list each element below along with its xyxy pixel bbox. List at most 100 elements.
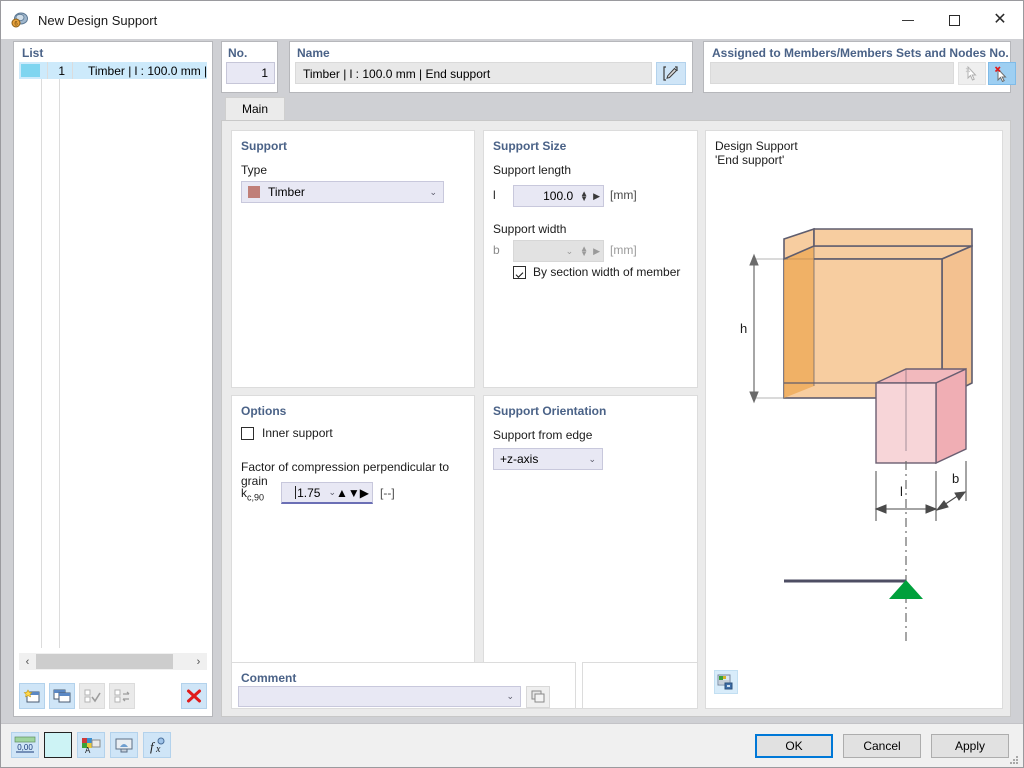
tab-main[interactable]: Main bbox=[225, 97, 285, 120]
scrollbar-thumb[interactable] bbox=[36, 654, 173, 669]
comment-input[interactable]: ⌄ bbox=[238, 686, 521, 707]
comment-side-panel bbox=[582, 662, 698, 709]
scroll-left-icon[interactable]: ‹ bbox=[19, 653, 36, 670]
invert-selection-button bbox=[109, 683, 135, 709]
cancel-button[interactable]: Cancel bbox=[843, 734, 921, 758]
select-all-button bbox=[79, 683, 105, 709]
comment-group: Comment ⌄ bbox=[231, 662, 576, 709]
copy-comment-icon bbox=[531, 690, 544, 703]
list-item[interactable]: 1 Timber | l : 100.0 mm | End support bbox=[19, 62, 207, 79]
chevron-down-icon[interactable]: ⌄ bbox=[328, 487, 336, 498]
display-properties-button[interactable]: A bbox=[77, 732, 105, 758]
support-block-3d bbox=[875, 367, 967, 465]
support-size-group: Support Size Support length l 100.0 ▲ ▼ ▶… bbox=[483, 130, 698, 388]
pick-members-button[interactable] bbox=[958, 62, 986, 85]
preview-export-button[interactable] bbox=[714, 670, 738, 694]
minimize-button[interactable] bbox=[885, 1, 931, 39]
list-body[interactable]: 1 Timber | l : 100.0 mm | End support bbox=[19, 62, 207, 648]
dimension-h-label: h bbox=[740, 321, 747, 336]
window-controls: ✕ bbox=[885, 1, 1023, 39]
support-width-input: ⌄ ▲ ▼ ▶ bbox=[513, 240, 604, 262]
list-horizontal-scrollbar[interactable]: ‹ › bbox=[19, 653, 207, 670]
support-from-edge-label: Support from edge bbox=[493, 428, 593, 442]
text-cursor bbox=[295, 486, 297, 499]
by-section-width-checkbox[interactable] bbox=[513, 265, 526, 279]
display-props-icon: A bbox=[82, 737, 101, 754]
list-toolbar bbox=[19, 680, 207, 712]
design-support-icon: 6 bbox=[11, 11, 29, 29]
graphic-settings-button[interactable] bbox=[110, 732, 138, 758]
copy-item-button[interactable] bbox=[49, 683, 75, 709]
by-section-width-row[interactable]: By section width of member bbox=[513, 265, 680, 279]
assigned-input[interactable] bbox=[710, 62, 954, 84]
list-column-divider-1 bbox=[41, 79, 42, 648]
support-length-label: Support length bbox=[493, 163, 572, 177]
spinner-arrows-icon: ▲ ▼ bbox=[580, 244, 589, 258]
chevron-down-icon: ⌄ bbox=[565, 245, 574, 256]
support-type-value: Timber bbox=[268, 185, 305, 199]
inner-support-checkbox[interactable] bbox=[241, 426, 254, 440]
support-type-select[interactable]: Timber ⌄ bbox=[241, 181, 444, 203]
list-panel: List 1 Timber | l : 100.0 mm | End suppo… bbox=[13, 41, 213, 717]
close-icon: ✕ bbox=[993, 11, 1007, 28]
spinner-arrows-icon[interactable]: ▲▼ bbox=[336, 486, 360, 500]
support-type-label: Type bbox=[241, 163, 268, 177]
spinner-arrows-icon[interactable]: ▲▼ bbox=[580, 190, 588, 203]
support-node-icon bbox=[889, 580, 923, 599]
dimension-b-label: b bbox=[952, 471, 959, 486]
preview-title-line2: 'End support' bbox=[715, 153, 785, 167]
support-from-edge-select[interactable]: +z-axis ⌄ bbox=[493, 448, 603, 470]
pick-nodes-button[interactable] bbox=[988, 62, 1016, 85]
support-diagram: h l b bbox=[740, 227, 973, 641]
number-field[interactable]: 1 bbox=[226, 62, 275, 84]
chevron-down-icon: ⌄ bbox=[588, 453, 596, 464]
new-item-button[interactable] bbox=[19, 683, 45, 709]
spinner-more-icon: ▶ bbox=[593, 245, 600, 256]
number-panel: No. 1 bbox=[221, 41, 278, 93]
support-from-edge-value: +z-axis bbox=[500, 452, 539, 466]
image-export-icon bbox=[717, 674, 733, 689]
tab-strip: Main bbox=[221, 97, 1011, 120]
ok-button[interactable]: OK bbox=[755, 734, 833, 758]
support-type-color-swatch bbox=[248, 186, 260, 198]
color-swatch-button[interactable] bbox=[44, 732, 72, 758]
delete-item-button[interactable] bbox=[181, 683, 207, 709]
apply-button[interactable]: Apply bbox=[931, 734, 1009, 758]
name-edit-button[interactable] bbox=[656, 62, 686, 85]
name-input[interactable]: Timber | l : 100.0 mm | End support bbox=[295, 62, 652, 84]
svg-text:x: x bbox=[155, 744, 161, 754]
spinner-more-icon[interactable]: ▶ bbox=[360, 486, 369, 500]
preview-title-line1: Design Support bbox=[715, 139, 798, 153]
pick-arrow-icon bbox=[965, 65, 977, 81]
factor-value: 1.75 bbox=[297, 485, 321, 500]
chevron-down-icon: ⌄ bbox=[429, 186, 437, 197]
graphic-print-icon bbox=[115, 738, 133, 752]
preview-group: Design Support 'End support' h l b bbox=[705, 130, 1003, 709]
scroll-right-icon[interactable]: › bbox=[190, 653, 207, 670]
maximize-button[interactable] bbox=[931, 1, 977, 39]
close-button[interactable]: ✕ bbox=[977, 1, 1023, 39]
support-width-symbol: b bbox=[493, 243, 500, 257]
dialog-buttons: OK Cancel Apply bbox=[755, 734, 1009, 758]
resize-grip[interactable] bbox=[1009, 754, 1019, 764]
comment-group-title: Comment bbox=[241, 671, 297, 685]
options-group-title: Options bbox=[241, 404, 287, 418]
list-item-color-swatch bbox=[21, 64, 40, 77]
tab-content-main: Support Type Timber ⌄ Support Size Suppo… bbox=[221, 120, 1011, 717]
formula-button[interactable]: f x bbox=[143, 732, 171, 758]
spinner-more-icon[interactable]: ▶ bbox=[593, 191, 600, 202]
list-column-divider-2 bbox=[59, 79, 60, 648]
support-length-value: 100.0 bbox=[543, 189, 574, 203]
factor-input[interactable]: 1.75 ⌄ ▲▼ ▶ bbox=[281, 482, 373, 504]
dimension-h bbox=[749, 253, 788, 404]
name-header-label: Name bbox=[297, 46, 330, 60]
by-section-width-label: By section width of member bbox=[533, 265, 681, 279]
inner-support-row[interactable]: Inner support bbox=[241, 426, 333, 440]
chevron-down-icon[interactable]: ⌄ bbox=[506, 691, 514, 702]
units-decimal-button[interactable]: 0,00 bbox=[11, 732, 39, 758]
comment-library-button[interactable] bbox=[526, 686, 550, 708]
fx-icon: f x bbox=[150, 737, 165, 754]
factor-unit: [--] bbox=[380, 486, 395, 500]
bottom-toolbar: 0,00 A f x bbox=[11, 732, 171, 758]
support-length-input[interactable]: 100.0 ▲ ▼ ▶ bbox=[513, 185, 604, 207]
